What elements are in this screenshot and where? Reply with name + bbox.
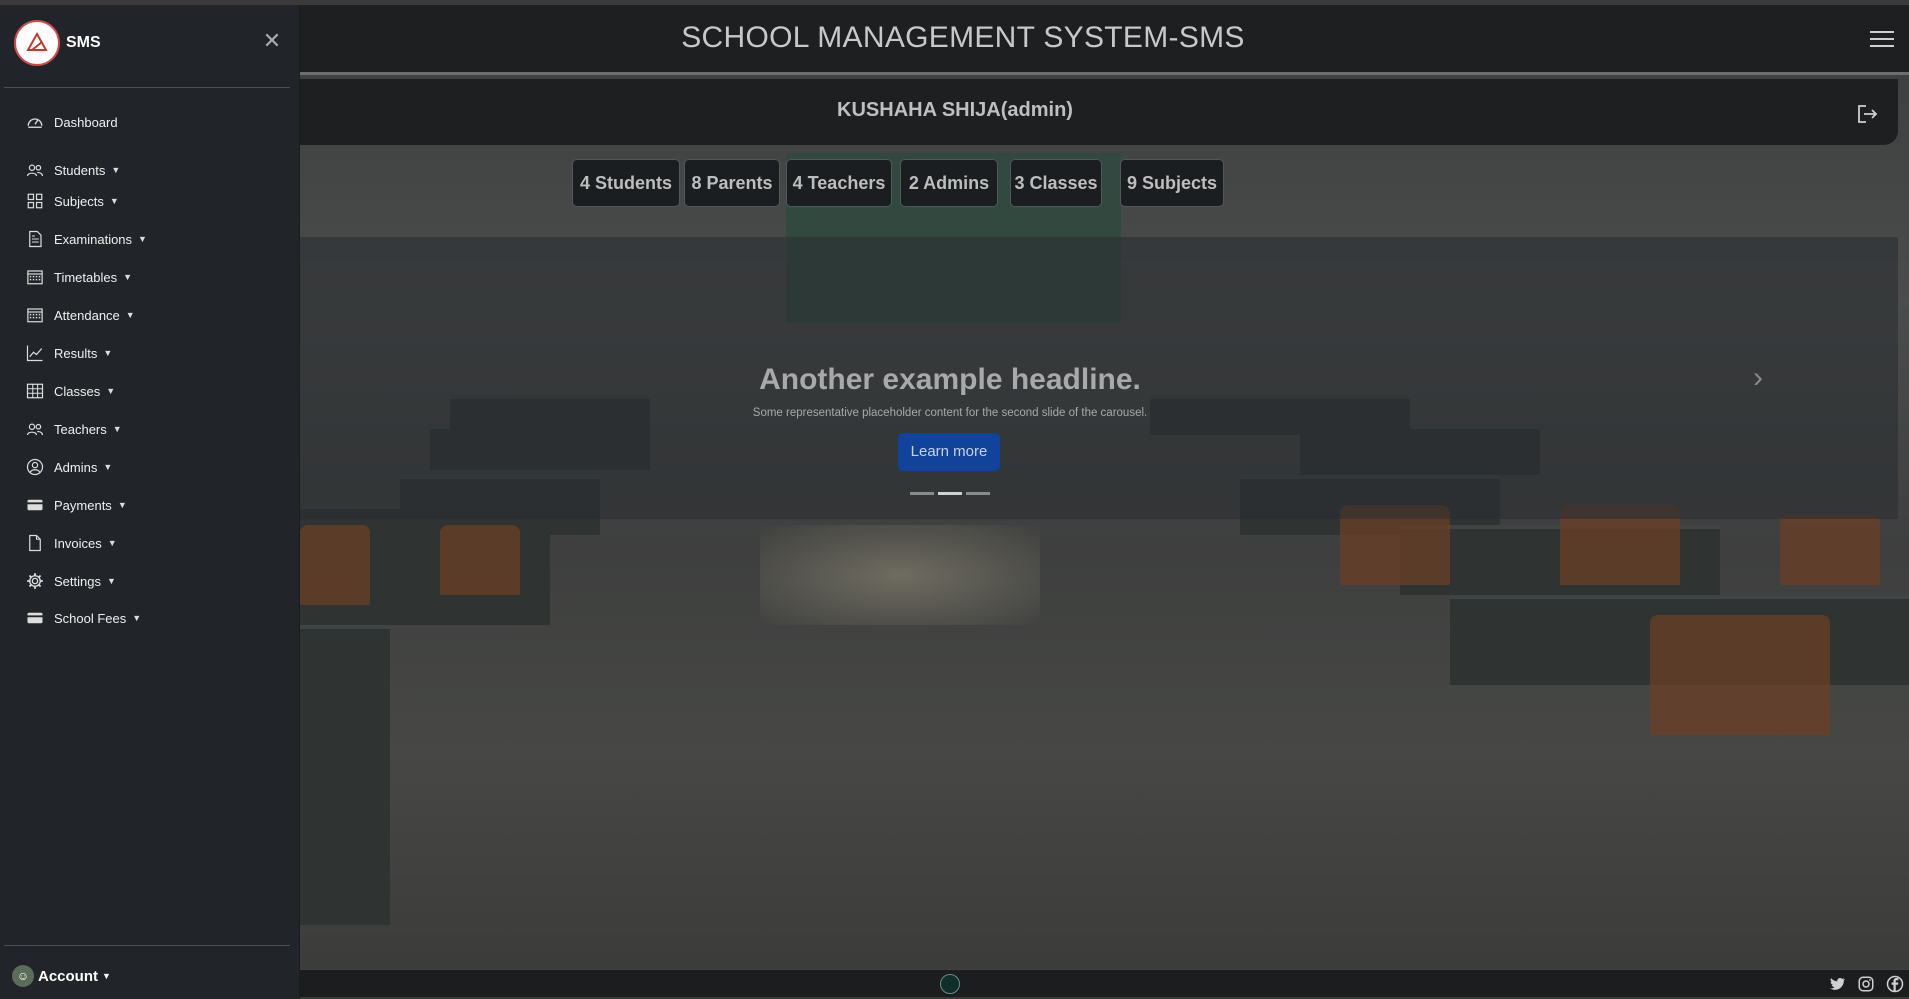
chevron-down-icon: ▼ [103,348,113,358]
chair-shape [1650,615,1830,735]
table-icon [24,381,46,401]
sidebar-item-results[interactable]: Results ▼ [24,341,112,365]
sidebar-item-payments[interactable]: Payments ▼ [24,493,127,517]
dashboard-gauge-icon [24,112,46,132]
carousel-text: Some representative placeholder content … [752,407,1148,419]
sidebar: SMS ✕ Dashboard Students ▼ Subjects ▼ Examina… [0,5,300,999]
sidebar-item-dashboard[interactable]: Dashboard [24,110,118,134]
stat-teachers-button[interactable]: 4 Teachers [786,159,892,207]
sidebar-divider-bottom [4,945,290,946]
stat-classes-button[interactable]: 3 Classes [1010,159,1102,207]
carousel-indicators [910,492,994,495]
app-window: SMS ✕ Dashboard Students ▼ Subjects ▼ Examina… [0,0,1909,999]
person-circle-icon [24,457,46,477]
footer [300,969,1909,997]
sidebar-item-examinations[interactable]: Examinations ▼ [24,227,147,251]
chevron-down-icon: ▼ [106,576,116,586]
instagram-icon[interactable] [1857,975,1875,993]
sidebar-item-attendance[interactable]: Attendance ▼ [24,303,135,327]
account-avatar: ☺ [12,965,34,987]
close-sidebar-icon[interactable]: ✕ [262,30,282,52]
top-bar: SCHOOL MANAGEMENT SYSTEM-SMS [300,5,1909,75]
sidebar-item-invoices[interactable]: Invoices ▼ [24,531,117,555]
stat-admins-button[interactable]: 2 Admins [900,159,998,207]
stat-parents-button[interactable]: 8 Parents [684,159,780,207]
sidebar-item-label: Admins [54,459,98,475]
file-icon [24,533,46,553]
people-icon [24,419,46,439]
sidebar-item-label: Payments [54,497,112,513]
grid-icon [24,191,46,211]
sidebar-item-label: Students [54,162,106,178]
brand[interactable]: SMS [14,19,101,67]
floor-reflection [760,525,1040,625]
learn-more-button[interactable]: Learn more [898,433,1000,471]
chevron-down-icon: ▼ [138,234,147,244]
chevron-down-icon: ▼ [112,424,122,434]
sidebar-item-label: Settings [54,573,101,589]
line-chart-icon [24,343,46,363]
carousel-indicator[interactable] [910,492,934,495]
account-label: Account [38,967,98,985]
facebook-icon[interactable] [1886,975,1904,993]
stat-subjects-button[interactable]: 9 Subjects [1120,159,1224,207]
sidebar-item-classes[interactable]: Classes ▼ [24,379,115,403]
document-icon [24,229,46,249]
current-user: KUSHAHA SHIJA(admin) [837,99,1073,121]
sidebar-item-label: Invoices [54,535,102,551]
logout-icon[interactable] [1856,103,1880,125]
school-logo [14,20,60,66]
chevron-down-icon: ▼ [111,165,121,175]
account-menu[interactable]: ☺ Account ▼ [12,965,111,987]
people-icon [24,160,46,180]
brand-name: SMS [66,34,101,51]
chair-shape [440,525,520,595]
chevron-down-icon: ▼ [125,310,135,320]
footer-logo-icon [940,974,960,994]
carousel-indicator[interactable] [966,492,990,495]
sidebar-item-teachers[interactable]: Teachers ▼ [24,417,122,441]
main-content: SCHOOL MANAGEMENT SYSTEM-SMS KUSHAHA SHI… [300,5,1909,999]
carousel-next-icon[interactable]: › [1746,361,1770,401]
sidebar-item-subjects[interactable]: Subjects ▼ [24,189,119,213]
chevron-down-icon: ▼ [102,971,111,981]
sidebar-item-label: Subjects [54,193,104,209]
user-bar: KUSHAHA SHIJA(admin) [300,79,1898,145]
chevron-down-icon: ▼ [123,272,133,282]
carousel-headline: Another example headline. [759,363,1141,396]
hamburger-menu-icon[interactable] [1870,31,1894,49]
sidebar-item-label: Attendance [54,307,120,323]
sidebar-item-label: Timetables [54,269,118,285]
credit-card-icon [24,495,46,515]
sidebar-item-timetables[interactable]: Timetables ▼ [24,265,132,289]
sidebar-item-settings[interactable]: Settings ▼ [24,569,116,593]
chair-shape [1780,515,1880,585]
calendar-icon [24,305,46,325]
desk-shape [300,625,390,925]
sidebar-item-label: Teachers [54,421,107,437]
chevron-down-icon: ▼ [106,386,116,396]
credit-card-icon [24,608,46,628]
sidebar-divider-top [4,87,290,88]
sidebar-item-label: Classes [54,383,101,399]
sidebar-item-label: Results [54,345,98,361]
chevron-down-icon: ▼ [109,196,119,206]
sidebar-item-students[interactable]: Students ▼ [24,158,120,182]
sidebar-item-label: Examinations [54,231,133,247]
sidebar-item-school-fees[interactable]: School Fees ▼ [24,606,141,630]
sidebar-item-admins[interactable]: Admins ▼ [24,455,112,479]
page-title: SCHOOL MANAGEMENT SYSTEM-SMS [681,21,1245,54]
calendar-icon [24,267,46,287]
sidebar-item-label: School Fees [54,610,127,626]
gear-icon [24,571,46,591]
sidebar-item-label: Dashboard [54,114,118,130]
chair-shape [300,525,370,605]
chevron-down-icon: ▼ [117,500,127,510]
chevron-down-icon: ▼ [103,462,113,472]
chevron-down-icon: ▼ [107,538,117,548]
carousel-indicator[interactable] [938,492,962,495]
stat-students-button[interactable]: 4 Students [572,159,680,207]
chevron-down-icon: ▼ [132,613,142,623]
twitter-icon[interactable] [1828,975,1846,993]
